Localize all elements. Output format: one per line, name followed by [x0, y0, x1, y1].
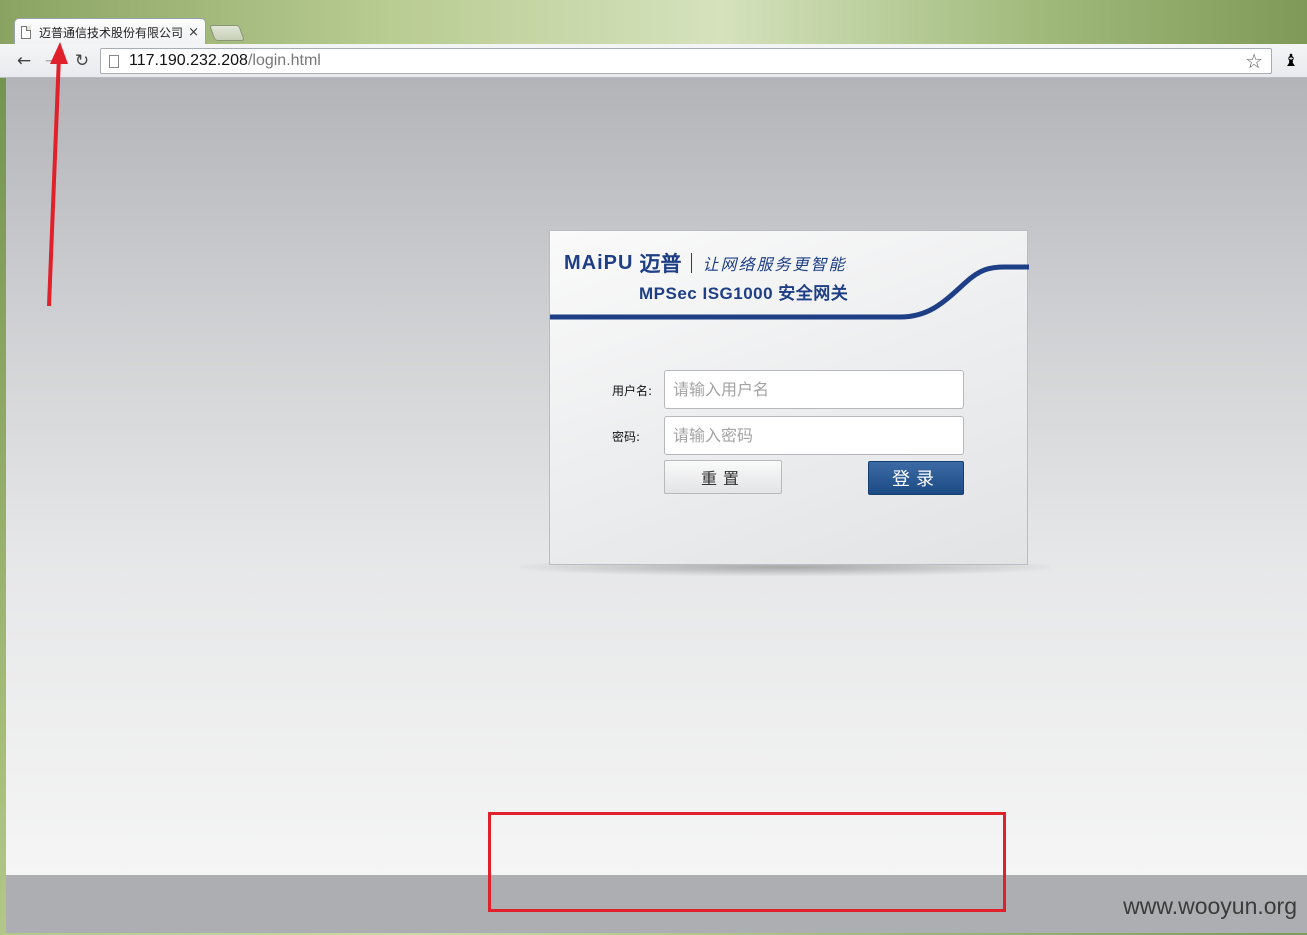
- username-input[interactable]: [664, 370, 964, 409]
- brand-chinese: 迈普: [639, 253, 682, 276]
- page-icon: [21, 25, 31, 39]
- url-path: /login.html: [247, 52, 321, 69]
- login-button[interactable]: 登录: [868, 461, 964, 495]
- username-label: 用户名:: [612, 384, 653, 398]
- close-icon[interactable]: ×: [188, 25, 199, 40]
- watermark: www.wooyun.org: [1123, 893, 1297, 919]
- brand-divider: [691, 253, 693, 273]
- login-panel: MAiPU 迈普 让网络服务更智能 MPSec ISG1000 安全网关 用户名…: [549, 230, 1029, 565]
- bookmark-star-icon[interactable]: ☆: [1245, 49, 1263, 74]
- brand-logo: MAiPU 迈普 让网络服务更智能: [564, 251, 847, 277]
- password-label: 密码:: [612, 430, 641, 444]
- address-bar[interactable]: 117.190.232.208 /login.html ☆: [100, 48, 1272, 74]
- annotation-highlight-box: [488, 812, 1006, 912]
- reset-button[interactable]: 重置: [664, 460, 782, 494]
- page-icon: [109, 54, 119, 68]
- brand-latin: MAiPU: [564, 251, 634, 274]
- new-tab-button[interactable]: [209, 25, 245, 41]
- annotation-arrow: [47, 42, 68, 307]
- product-title: MPSec ISG1000 安全网关: [639, 284, 849, 303]
- brand-slogan: 让网络服务更智能: [702, 255, 847, 274]
- password-input[interactable]: [664, 416, 964, 455]
- browser-toolbar: ← → ↻ 117.190.232.208 /login.html ☆ ♝: [0, 44, 1307, 78]
- tab-title: 迈普通信技术股份有限公司: [39, 25, 184, 40]
- url-host: 117.190.232.208: [129, 52, 248, 69]
- extension-icon[interactable]: ♝: [1283, 52, 1299, 70]
- login-header: MAiPU 迈普 让网络服务更智能 MPSec ISG1000 安全网关: [550, 231, 1029, 326]
- browser-titlebar: 迈普通信技术股份有限公司 ×: [0, 0, 1307, 45]
